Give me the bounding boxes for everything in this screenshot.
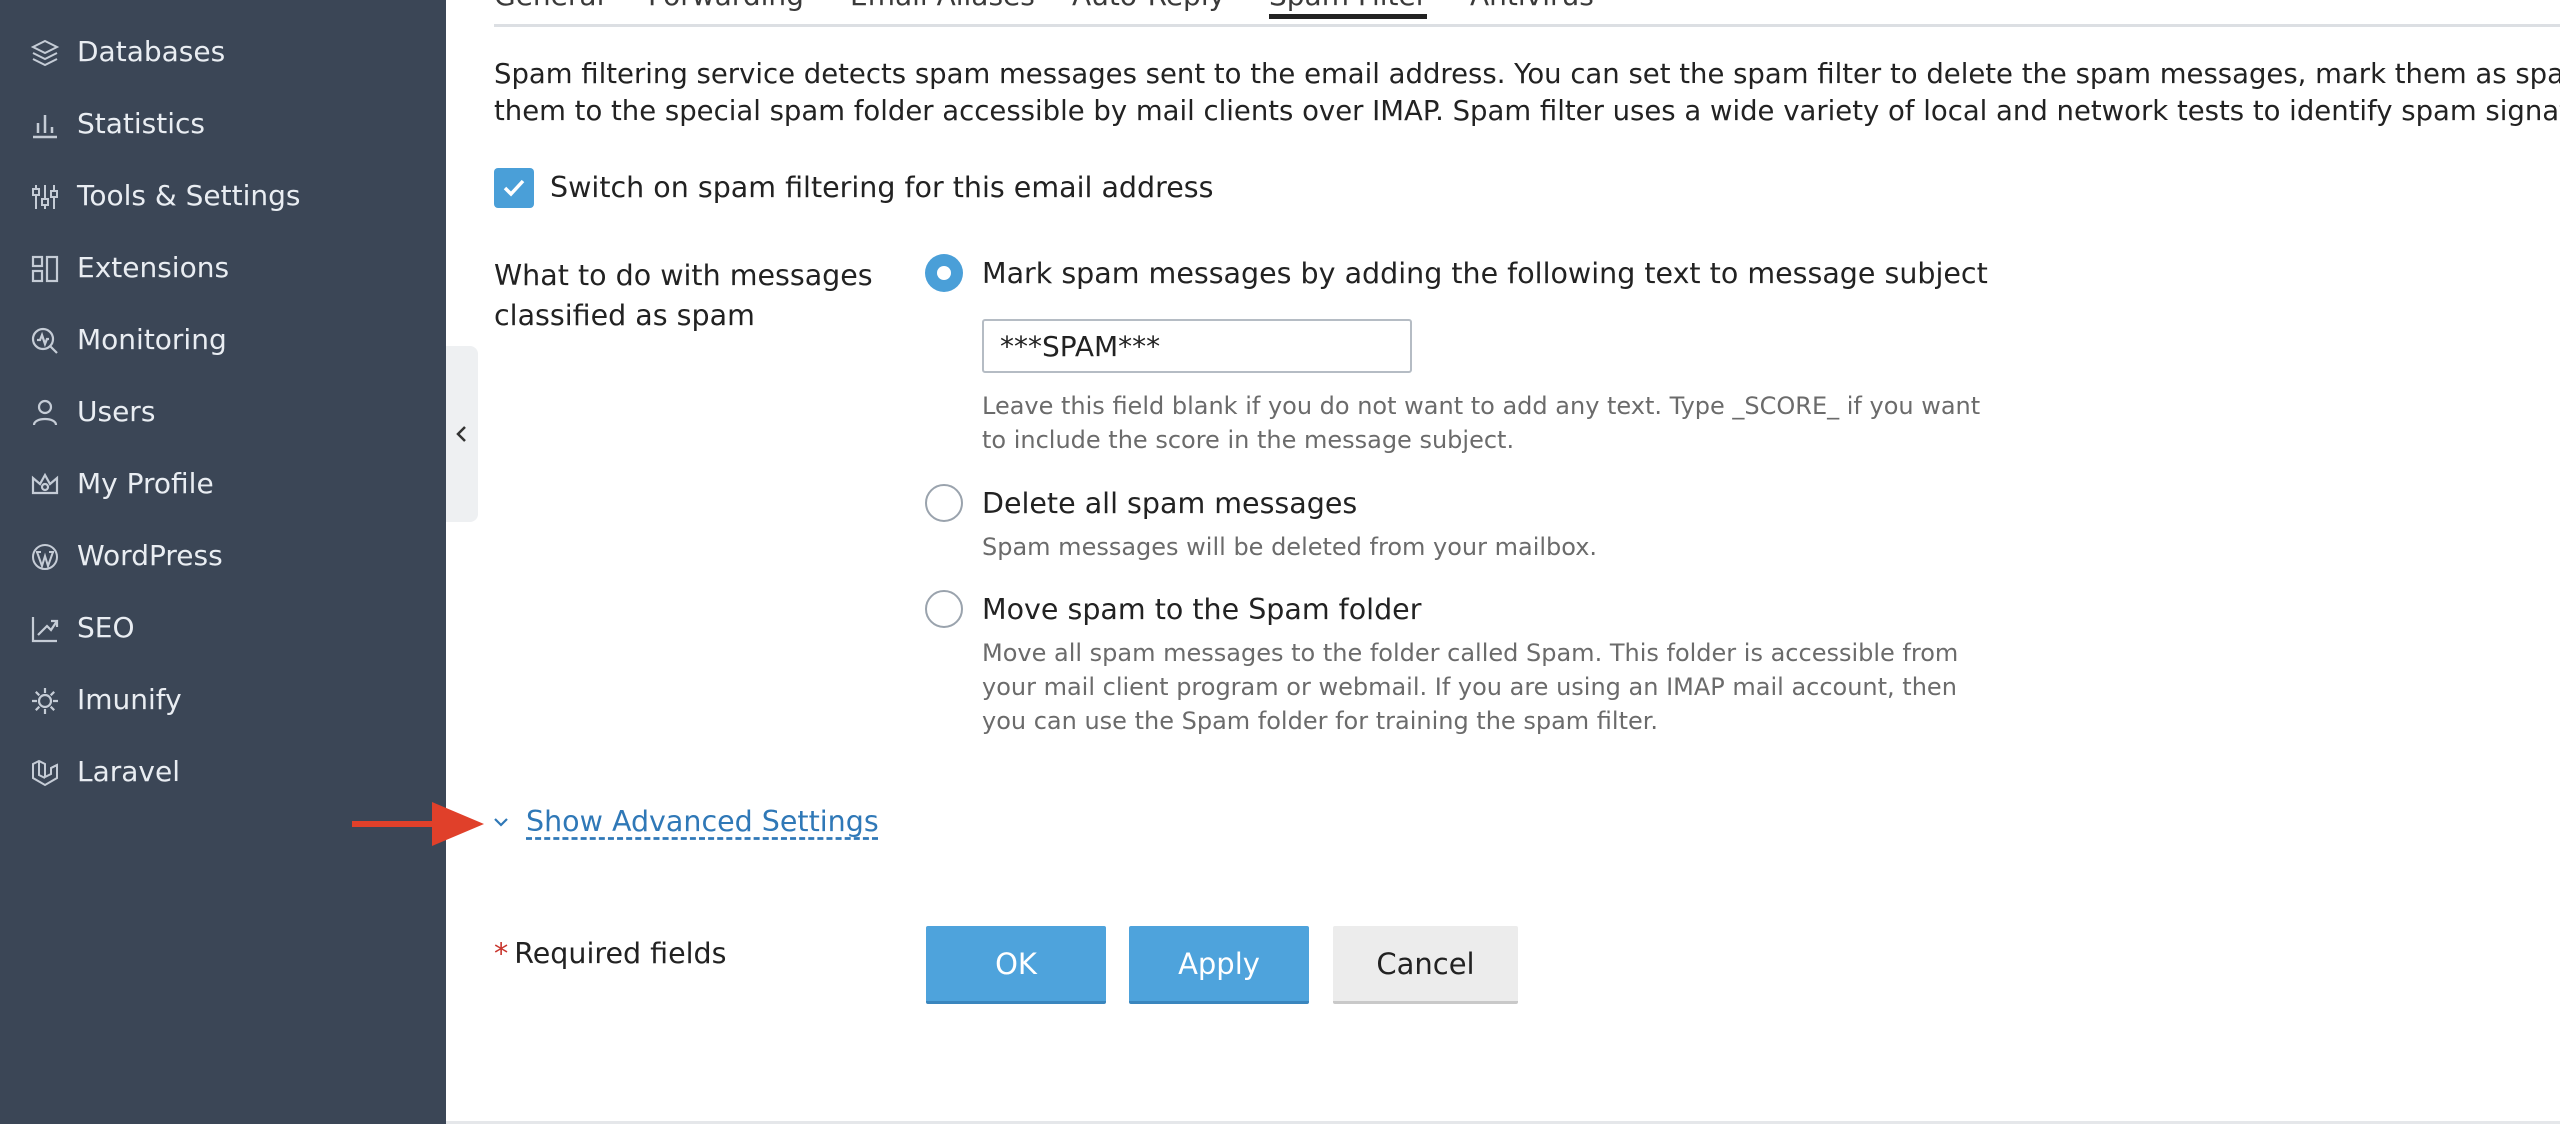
user-icon bbox=[28, 396, 62, 430]
sidebar-item-label: My Profile bbox=[77, 467, 214, 500]
sidebar-item-label: Databases bbox=[77, 35, 226, 68]
sidebar-item-label: Extensions bbox=[77, 251, 230, 284]
sidebar: Databases Statistics Tools & Settings Ex… bbox=[0, 0, 446, 1124]
description-line: Spam filtering service detects spam mess… bbox=[494, 58, 2560, 90]
sidebar-item-statistics[interactable]: Statistics bbox=[0, 94, 446, 154]
wordpress-icon bbox=[28, 540, 62, 574]
sidebar-item-seo[interactable]: SEO bbox=[0, 598, 446, 658]
radio-move-spam[interactable] bbox=[925, 590, 963, 628]
sidebar-item-label: Laravel bbox=[77, 755, 181, 788]
radio-delete-spam[interactable] bbox=[925, 484, 963, 522]
sidebar-item-imunify[interactable]: Imunify bbox=[0, 670, 446, 730]
required-star: * bbox=[494, 937, 509, 970]
crown-icon bbox=[28, 468, 62, 502]
monitoring-icon bbox=[28, 324, 62, 358]
tab-antivirus[interactable]: Antivirus bbox=[1470, 0, 1594, 14]
laravel-icon bbox=[28, 756, 62, 790]
ok-button[interactable]: OK bbox=[926, 926, 1106, 1004]
sidebar-item-label: Users bbox=[77, 395, 156, 428]
database-icon bbox=[28, 36, 62, 70]
bar-chart-icon bbox=[28, 108, 62, 142]
radio-delete-spam-label[interactable]: Delete all spam messages bbox=[982, 484, 1357, 524]
spam-action-label: What to do with messages classified as s… bbox=[494, 259, 873, 332]
spam-filter-checkbox-label[interactable]: Switch on spam filtering for this email … bbox=[550, 168, 1213, 208]
tab-forwarding[interactable]: Forwarding bbox=[648, 0, 804, 14]
mark-spam-hint: Leave this field blank if you do not wan… bbox=[982, 392, 1981, 454]
sidebar-collapse-button[interactable] bbox=[446, 346, 478, 522]
tab-auto-reply[interactable]: Auto-Reply bbox=[1072, 0, 1225, 14]
radio-move-spam-label[interactable]: Move spam to the Spam folder bbox=[982, 590, 1421, 630]
spam-filter-description: Spam filtering service detects spam mess… bbox=[494, 56, 2560, 130]
apply-button[interactable]: Apply bbox=[1129, 926, 1309, 1004]
sidebar-item-label: WordPress bbox=[77, 539, 223, 572]
seo-chart-icon bbox=[28, 612, 62, 646]
checkmark-icon bbox=[503, 179, 525, 197]
tab-email-aliases[interactable]: Email Aliases bbox=[850, 0, 1035, 14]
sidebar-item-wordpress[interactable]: WordPress bbox=[0, 526, 446, 586]
spam-subject-text-input[interactable] bbox=[982, 319, 1412, 373]
sidebar-item-label: Monitoring bbox=[77, 323, 227, 356]
sidebar-item-users[interactable]: Users bbox=[0, 382, 446, 442]
tab-bar: General Forwarding Email Aliases Auto-Re… bbox=[494, 0, 2560, 27]
delete-spam-hint: Spam messages will be deleted from your … bbox=[982, 533, 1598, 561]
radio-mark-spam[interactable] bbox=[925, 254, 963, 292]
sidebar-item-tools-settings[interactable]: Tools & Settings bbox=[0, 166, 446, 226]
sidebar-item-label: SEO bbox=[77, 611, 135, 644]
sidebar-item-label: Statistics bbox=[77, 107, 205, 140]
tab-general[interactable]: General bbox=[494, 0, 604, 14]
sidebar-item-laravel[interactable]: Laravel bbox=[0, 742, 446, 802]
sidebar-item-label: Imunify bbox=[77, 683, 182, 716]
sidebar-item-my-profile[interactable]: My Profile bbox=[0, 454, 446, 514]
sidebar-item-databases[interactable]: Databases bbox=[0, 22, 446, 82]
cancel-button[interactable]: Cancel bbox=[1333, 926, 1518, 1004]
sidebar-item-extensions[interactable]: Extensions bbox=[0, 238, 446, 298]
move-spam-hint: Move all spam messages to the folder cal… bbox=[982, 639, 1959, 735]
chevron-left-icon bbox=[456, 426, 466, 442]
chevron-down-icon bbox=[494, 818, 508, 827]
description-line: them to the special spam folder accessib… bbox=[494, 95, 2560, 127]
extensions-icon bbox=[28, 252, 62, 286]
tab-spam-filter[interactable]: Spam Filter bbox=[1269, 0, 1428, 19]
required-fields-note: * Required fields bbox=[494, 934, 727, 974]
radio-mark-spam-label[interactable]: Mark spam messages by adding the followi… bbox=[982, 254, 1988, 294]
sidebar-item-monitoring[interactable]: Monitoring bbox=[0, 310, 446, 370]
show-advanced-settings-link[interactable]: Show Advanced Settings bbox=[526, 802, 879, 842]
required-fields-label: Required fields bbox=[514, 937, 727, 970]
sliders-icon bbox=[28, 180, 62, 214]
sidebar-item-label: Tools & Settings bbox=[77, 179, 301, 212]
gear-icon bbox=[28, 684, 62, 718]
show-advanced-settings-toggle[interactable]: Show Advanced Settings bbox=[492, 802, 879, 842]
spam-filter-checkbox[interactable] bbox=[494, 168, 534, 208]
annotation-arrow-icon bbox=[352, 802, 484, 846]
